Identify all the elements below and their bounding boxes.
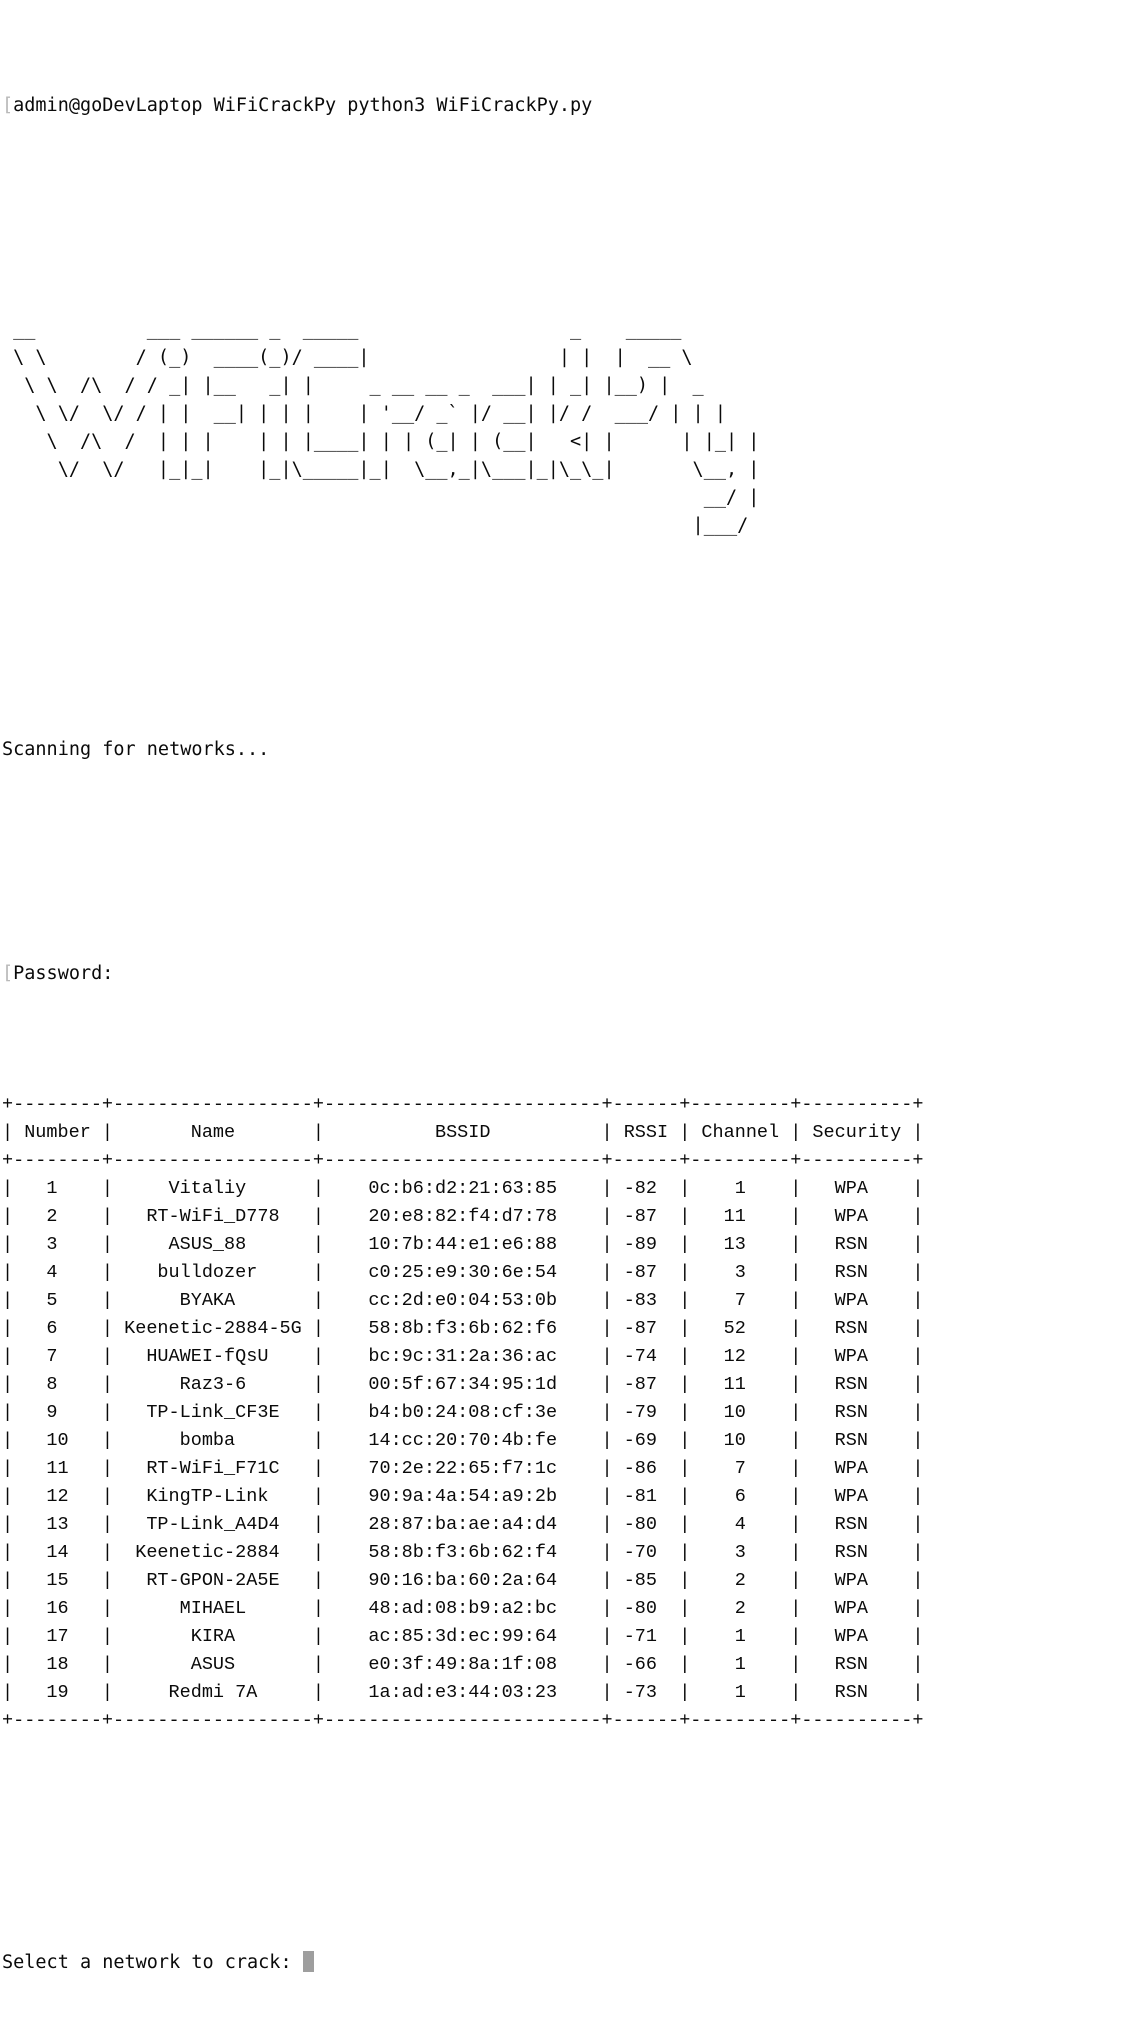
- terminal-window: [admin@goDevLaptop WiFiCrackPy python3 W…: [0, 0, 1140, 2033]
- block-cursor-icon[interactable]: [302, 1951, 314, 1972]
- password-prompt-label: Password:: [13, 963, 114, 984]
- ascii-art-banner: __ ___ ______ _ _____ _ _____ \ \ / (_) …: [13, 319, 760, 536]
- networks-table: +--------+------------------+-----------…: [2, 1093, 924, 1731]
- prompt-bracket-icon: [: [2, 963, 14, 984]
- shell-command-text: admin@goDevLaptop WiFiCrackPy python3 Wi…: [13, 95, 593, 116]
- select-network-label: Select a network to crack:: [2, 1952, 303, 1973]
- shell-prompt-line: [admin@goDevLaptop WiFiCrackPy python3 W…: [0, 92, 1140, 120]
- prompt-bracket-icon: [: [2, 95, 14, 116]
- password-prompt-line: [Password:: [0, 960, 1140, 988]
- select-network-prompt-line[interactable]: Select a network to crack:: [0, 1949, 1140, 1977]
- scanning-status-message: Scanning for networks...: [2, 739, 270, 760]
